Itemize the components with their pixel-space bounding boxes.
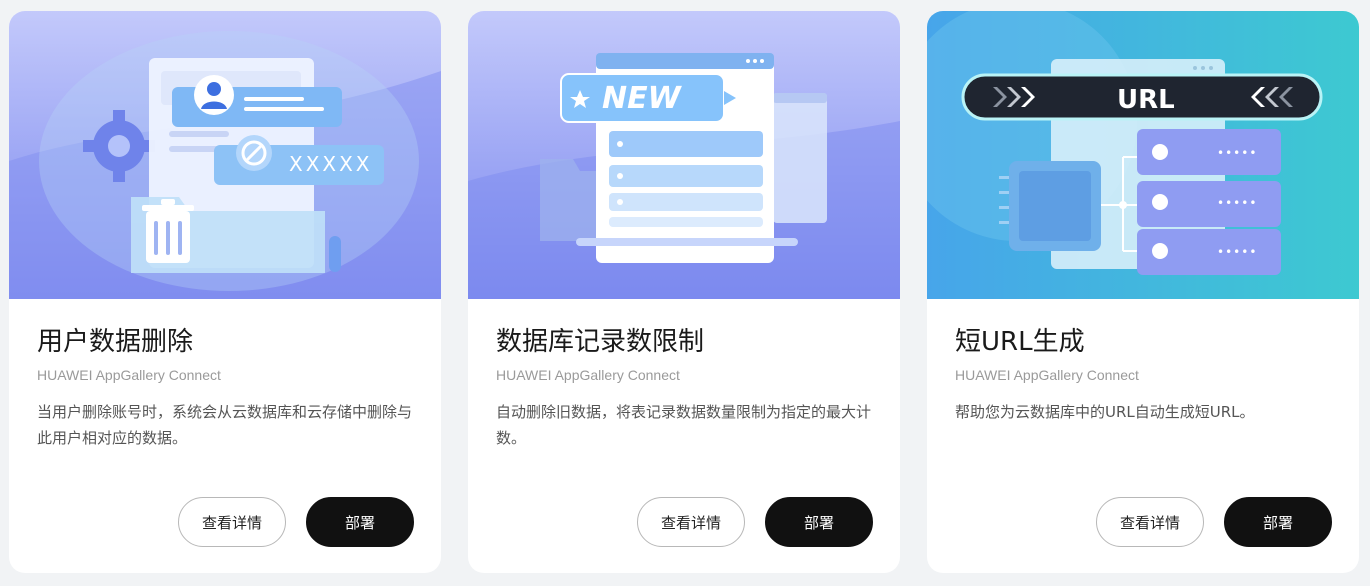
extension-card-record-limit[interactable]: NEW 数据库记录数限制 HUAWEI AppGallery Connect 自… <box>468 11 900 573</box>
svg-text:•••••: ••••• <box>1217 146 1257 160</box>
extension-card-grid: XXXXX 用户数据删除 HUAWEI AppGallery Connect 当… <box>9 11 1359 573</box>
card-title: 数据库记录数限制 <box>496 327 705 357</box>
card-banner: ••••• ••••• ••••• URL <box>927 11 1359 299</box>
card-actions: 查看详情 部署 <box>637 497 873 547</box>
card-banner: XXXXX <box>9 11 441 299</box>
card-description: 自动删除旧数据，将表记录数据数量限制为指定的最大计数。 <box>496 403 872 447</box>
card-vendor: HUAWEI AppGallery Connect <box>955 367 1139 383</box>
view-details-button[interactable]: 查看详情 <box>178 497 286 547</box>
deploy-button[interactable]: 部署 <box>1224 497 1332 547</box>
card-actions: 查看详情 部署 <box>178 497 414 547</box>
card-vendor: HUAWEI AppGallery Connect <box>37 367 221 383</box>
masked-text: XXXXX <box>289 152 373 176</box>
deploy-button[interactable]: 部署 <box>306 497 414 547</box>
view-details-button[interactable]: 查看详情 <box>1096 497 1204 547</box>
card-banner: NEW <box>468 11 900 299</box>
server-rack-icon: ••••• ••••• ••••• <box>1137 129 1281 275</box>
block-icon <box>236 135 272 171</box>
view-details-button[interactable]: 查看详情 <box>637 497 745 547</box>
svg-text:•••••: ••••• <box>1217 245 1257 259</box>
extension-card-user-data-deletion[interactable]: XXXXX 用户数据删除 HUAWEI AppGallery Connect 当… <box>9 11 441 573</box>
card-title: 短URL生成 <box>955 327 1085 357</box>
extension-card-short-url[interactable]: ••••• ••••• ••••• URL 短URL生成 HUAWEI AppG… <box>927 11 1359 573</box>
chip-icon <box>999 161 1101 251</box>
card-vendor: HUAWEI AppGallery Connect <box>496 367 680 383</box>
deploy-button[interactable]: 部署 <box>765 497 873 547</box>
card-description: 当用户删除账号时，系统会从云数据库和云存储中删除与此用户相对应的数据。 <box>37 403 413 447</box>
svg-text:•••••: ••••• <box>1217 196 1257 210</box>
card-description: 帮助您为云数据库中的URL自动生成短URL。 <box>955 403 1255 421</box>
new-tag: NEW <box>560 73 736 123</box>
url-bar: URL <box>961 73 1323 121</box>
card-actions: 查看详情 部署 <box>1096 497 1332 547</box>
url-label: URL <box>1117 85 1175 115</box>
card-title: 用户数据删除 <box>37 327 194 357</box>
trash-icon <box>142 199 194 263</box>
new-label: NEW <box>602 81 683 116</box>
